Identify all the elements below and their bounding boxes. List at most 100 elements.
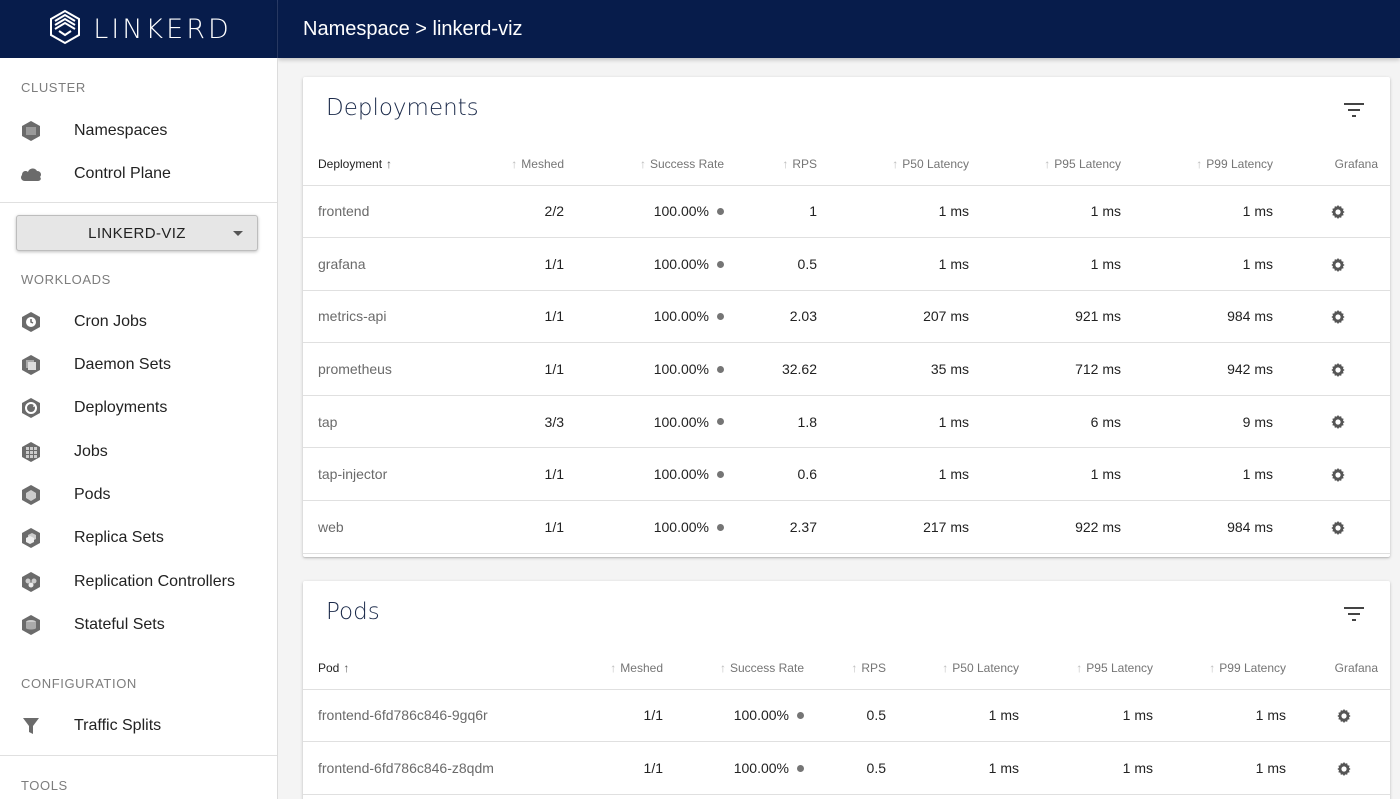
column-header-deployment[interactable]: Deployment ↑ bbox=[303, 143, 451, 186]
success-rate-value: 100.00% bbox=[733, 759, 789, 776]
sidebar-item-namespaces[interactable]: Namespaces bbox=[0, 113, 277, 149]
status-dot-icon bbox=[717, 365, 724, 373]
column-header-grafana: Grafana bbox=[1285, 143, 1390, 186]
deployments-card: Deployments Deployment ↑ ↑ Meshed ↑ Success… bbox=[303, 77, 1390, 557]
sidebar-item-replication-controllers[interactable]: Replication Controllers bbox=[0, 564, 277, 600]
resource-name-link[interactable]: frontend-6fd786c846-z8qdm bbox=[303, 741, 550, 795]
sidebar-item-label: Cron Jobs bbox=[74, 313, 147, 330]
resource-name-link[interactable]: grafana bbox=[303, 237, 451, 291]
status-dot-icon bbox=[717, 418, 724, 426]
success-rate-value: 100.00% bbox=[653, 413, 709, 430]
sidebar-item-label: Deployments bbox=[74, 399, 168, 416]
filter-list-icon[interactable] bbox=[1344, 606, 1364, 622]
p50-latency-value: 1 ms bbox=[829, 447, 981, 502]
success-rate-value: 100.00% bbox=[653, 466, 709, 483]
sidebar-item-label: Replication Controllers bbox=[74, 573, 235, 590]
p50-latency-value: 1 ms bbox=[898, 741, 1031, 795]
grafana-icon[interactable] bbox=[1330, 520, 1346, 536]
grafana-icon[interactable] bbox=[1330, 467, 1346, 483]
column-header-p95-latency[interactable]: ↑ P95 Latency bbox=[1031, 647, 1165, 690]
column-header-success-rate[interactable]: ↑ Success Rate bbox=[675, 647, 816, 690]
column-header-success-rate[interactable]: ↑ Success Rate bbox=[576, 143, 736, 186]
table-row: frontend-6fd786c846-9gq6r 1/1 100.00% 0.5 1 … bbox=[303, 689, 1390, 743]
table-row: web 1/1 100.00% 2.37 217 ms 922 ms 984 ms bbox=[303, 500, 1390, 554]
sort-arrow-up-icon: ↑ bbox=[1209, 660, 1216, 675]
sidebar-item-stateful-sets[interactable]: Stateful Sets bbox=[0, 607, 277, 643]
column-header-grafana: Grafana bbox=[1298, 647, 1390, 690]
column-header-p50-latency[interactable]: ↑ P50 Latency bbox=[898, 647, 1031, 690]
sidebar-item-replica-sets[interactable]: Replica Sets bbox=[0, 520, 277, 556]
sidebar-item-pods[interactable]: Pods bbox=[0, 477, 277, 513]
resource-name-link[interactable]: frontend-6fd786c846-9gq6r bbox=[303, 689, 550, 743]
column-header-p95-latency[interactable]: ↑ P95 Latency bbox=[981, 143, 1133, 186]
status-dot-icon bbox=[717, 208, 724, 216]
p95-latency-value: 1 ms bbox=[981, 237, 1133, 291]
sort-arrow-up-icon: ↑ bbox=[1196, 156, 1203, 171]
p99-latency-value: 1 ms bbox=[1133, 237, 1285, 291]
sort-arrow-up-icon: ↑ bbox=[719, 660, 726, 675]
sidebar-item-traffic-splits[interactable]: Traffic Splits bbox=[0, 708, 277, 744]
p50-latency-value: 1 ms bbox=[829, 395, 981, 449]
p99-latency-value: 942 ms bbox=[1133, 342, 1285, 396]
column-header-p99-latency[interactable]: ↑ P99 Latency bbox=[1165, 647, 1298, 690]
status-dot-icon bbox=[797, 764, 804, 772]
resource-name-link[interactable]: tap bbox=[303, 395, 451, 449]
sidebar-item-jobs[interactable]: Jobs bbox=[0, 434, 277, 470]
column-header-rps[interactable]: ↑ RPS bbox=[816, 647, 898, 690]
grafana-icon[interactable] bbox=[1330, 257, 1346, 273]
resource-name-link[interactable]: prometheus bbox=[303, 342, 451, 396]
rps-value: 0.5 bbox=[736, 237, 829, 291]
sidebar-item-deployments[interactable]: Deployments bbox=[0, 390, 277, 426]
grafana-icon[interactable] bbox=[1330, 204, 1346, 220]
success-rate-value: 100.00% bbox=[653, 255, 709, 272]
rps-value: 2.03 bbox=[736, 290, 829, 344]
sidebar-item-label: Pods bbox=[74, 486, 111, 503]
column-header-meshed[interactable]: ↑ Meshed bbox=[451, 143, 576, 186]
grafana-cell bbox=[1285, 185, 1390, 239]
p50-latency-value: 1 ms bbox=[829, 185, 981, 239]
column-header-pod[interactable]: Pod ↑ bbox=[303, 647, 550, 690]
column-header-meshed[interactable]: ↑ Meshed bbox=[550, 647, 675, 690]
column-header-p99-latency[interactable]: ↑ P99 Latency bbox=[1133, 143, 1285, 186]
p99-latency-value: 984 ms bbox=[1133, 500, 1285, 554]
table-row: prometheus 1/1 100.00% 32.62 35 ms 712 ms 942 … bbox=[303, 342, 1390, 396]
resource-name-link[interactable]: frontend bbox=[303, 185, 451, 239]
sidebar-item-control-plane[interactable]: Control Plane bbox=[0, 156, 277, 192]
sidebar-item-label: Stateful Sets bbox=[74, 616, 165, 633]
grafana-icon[interactable] bbox=[1336, 708, 1352, 724]
p95-latency-value: 1 ms bbox=[981, 185, 1133, 239]
p99-latency-value: 9 ms bbox=[1133, 395, 1285, 449]
grafana-icon[interactable] bbox=[1330, 414, 1346, 430]
table-row: frontend-6fd786c846-z8qdm 1/1 100.00% 0.5 1 … bbox=[303, 741, 1390, 795]
resource-name-link[interactable]: tap-injector bbox=[303, 447, 451, 502]
column-header-rps[interactable]: ↑ RPS bbox=[736, 143, 829, 186]
cron-jobs-icon bbox=[19, 310, 43, 334]
resource-name-link[interactable]: web bbox=[303, 500, 451, 554]
grafana-icon[interactable] bbox=[1336, 761, 1352, 777]
sidebar-item-cron-jobs[interactable]: Cron Jobs bbox=[0, 304, 277, 340]
success-rate-value: 100.00% bbox=[653, 308, 709, 325]
resource-name-link[interactable]: metrics-api bbox=[303, 290, 451, 344]
brand-area[interactable]: LINKERD bbox=[0, 0, 278, 58]
namespace-select-value: LINKERD-VIZ bbox=[88, 224, 186, 242]
sort-arrow-up-icon: ↑ bbox=[610, 660, 617, 675]
p50-latency-value: 35 ms bbox=[829, 342, 981, 396]
namespace-select[interactable]: LINKERD-VIZ bbox=[16, 215, 258, 251]
filter-list-icon[interactable] bbox=[1344, 102, 1364, 118]
success-rate-cell: 100.00% bbox=[576, 185, 736, 239]
column-header-p50-latency[interactable]: ↑ P50 Latency bbox=[829, 143, 981, 186]
p95-latency-value: 1 ms bbox=[1031, 689, 1165, 743]
meshed-value: 1/1 bbox=[451, 290, 576, 344]
grafana-icon[interactable] bbox=[1330, 309, 1346, 325]
pods-icon bbox=[19, 483, 43, 507]
jobs-icon bbox=[19, 440, 43, 464]
sidebar-item-label: Control Plane bbox=[74, 165, 171, 182]
replication-controllers-icon bbox=[19, 570, 43, 594]
grafana-icon[interactable] bbox=[1330, 362, 1346, 378]
p99-latency-value: 1 ms bbox=[1133, 447, 1285, 502]
p99-latency-value: 1 ms bbox=[1165, 689, 1298, 743]
sidebar-item-daemon-sets[interactable]: Daemon Sets bbox=[0, 347, 277, 383]
sidebar-item-label: Namespaces bbox=[74, 122, 168, 139]
section-label-configuration: CONFIGURATION bbox=[21, 676, 137, 691]
success-rate-cell: 100.00% bbox=[576, 395, 736, 449]
